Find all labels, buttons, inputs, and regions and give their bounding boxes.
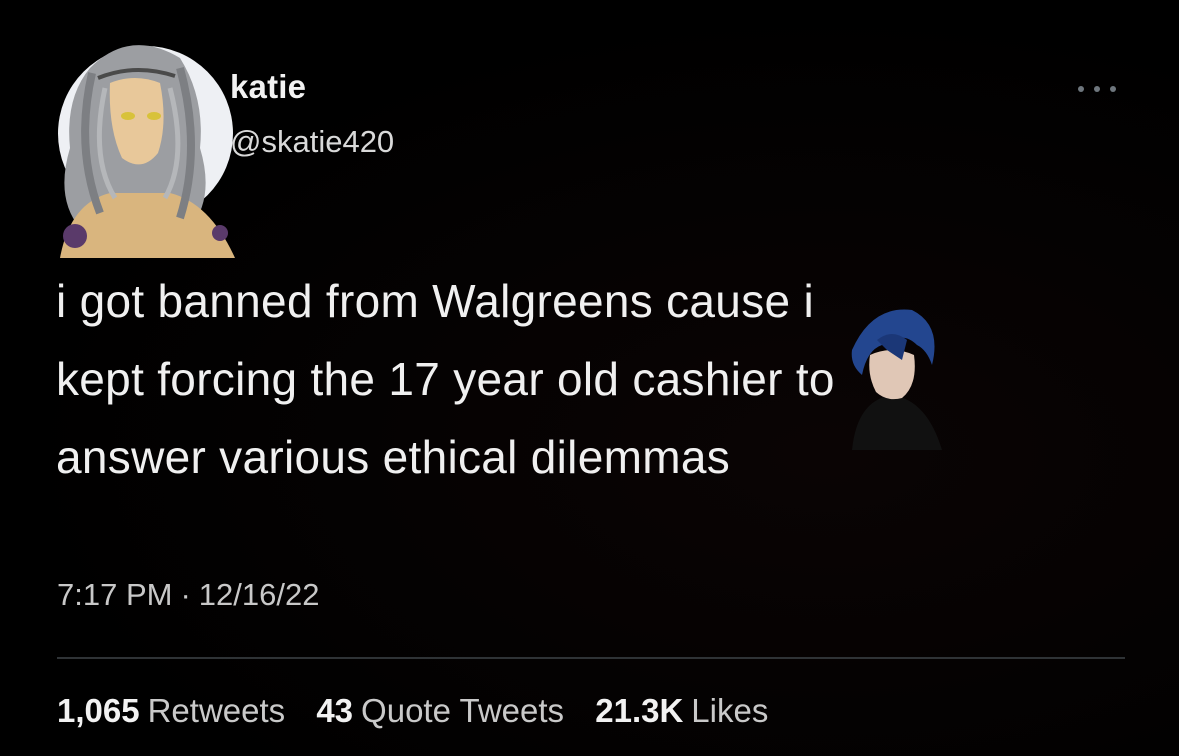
tweet-date: 12/16/22 (198, 577, 320, 612)
tweet-time: 7:17 PM (57, 577, 173, 612)
tweet-stats: 1,065 Retweets 43 Quote Tweets 21.3K Likes (57, 692, 790, 730)
tweet-text-line: kept forcing the 17 year old cashier to (56, 353, 835, 405)
tweet-text-line: answer various ethical dilemmas (56, 431, 731, 483)
anime-boy-sticker-icon (851, 309, 942, 450)
timestamp-separator: · (180, 577, 191, 612)
retweets-count: 1,065 (57, 692, 140, 729)
quote-tweets-label: Quote Tweets (361, 692, 565, 729)
tweet-text: i got banned from Walgreens cause i kept… (56, 262, 1116, 496)
tweet-text-line: i got banned from Walgreens cause i (56, 275, 814, 327)
retweets-stat[interactable]: 1,065 Retweets (57, 692, 285, 730)
display-name[interactable]: katie (230, 68, 306, 106)
tweet-card: katie @skatie420 i got banned from Walgr… (0, 0, 1179, 756)
quote-tweets-count: 43 (316, 692, 354, 729)
likes-count: 21.3K (595, 692, 684, 729)
retweets-label: Retweets (147, 692, 286, 729)
user-handle[interactable]: @skatie420 (230, 124, 394, 160)
more-options-icon[interactable] (1074, 74, 1122, 104)
tweet-timestamp[interactable]: 7:17 PM · 12/16/22 (57, 577, 319, 613)
quote-tweets-stat[interactable]: 43 Quote Tweets (316, 692, 564, 730)
likes-stat[interactable]: 21.3K Likes (595, 692, 768, 730)
avatar[interactable] (30, 28, 240, 258)
anime-character-avatar-icon (60, 45, 235, 258)
divider (57, 657, 1125, 659)
likes-label: Likes (691, 692, 769, 729)
